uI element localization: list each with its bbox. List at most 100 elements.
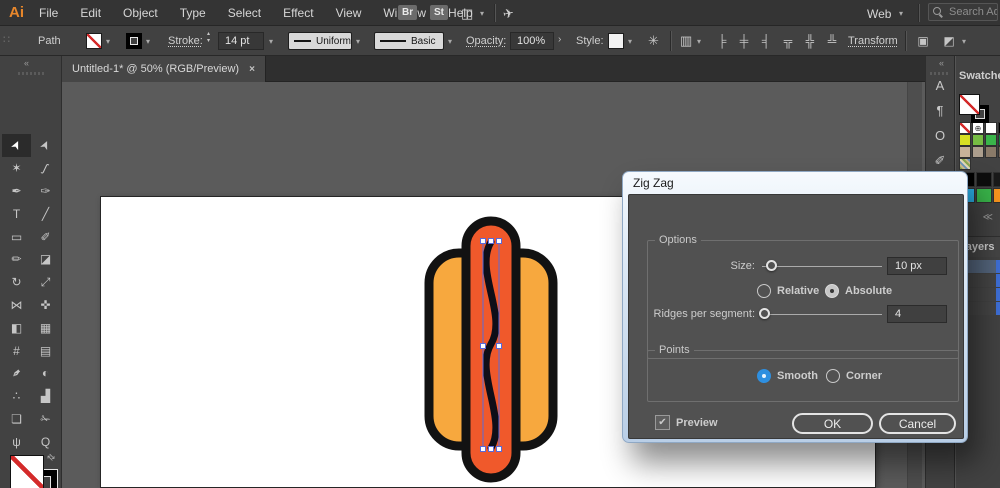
menu-item[interactable]: Effect bbox=[272, 0, 324, 26]
rectangle-tool[interactable]: ▭ bbox=[2, 225, 31, 248]
eyedropper-tool[interactable]: ✒ bbox=[2, 362, 31, 385]
panel-fill-proxy[interactable] bbox=[959, 94, 980, 115]
stepper-up-icon[interactable]: ▴ bbox=[207, 31, 210, 37]
stroke-weight-field[interactable]: 14 pt bbox=[218, 32, 264, 50]
cancel-button[interactable]: Cancel bbox=[879, 413, 956, 434]
swatch-light-green[interactable] bbox=[972, 134, 984, 146]
arrange-documents-chevron-icon[interactable]: ▾ bbox=[480, 9, 484, 18]
menu-item[interactable]: Object bbox=[112, 0, 169, 26]
swatch-taupe[interactable] bbox=[972, 146, 984, 158]
anchor-point[interactable] bbox=[481, 447, 486, 452]
stroke-panel-link[interactable]: Stroke: bbox=[168, 35, 203, 47]
bridge-button[interactable]: Br bbox=[398, 5, 417, 20]
stock-search[interactable] bbox=[928, 3, 998, 21]
rotate-tool[interactable]: ↻ bbox=[2, 271, 31, 294]
workspace-switcher[interactable]: Web bbox=[867, 7, 891, 21]
size-slider-handle[interactable] bbox=[766, 260, 777, 271]
swatch-registration[interactable]: ⊕ bbox=[972, 122, 984, 134]
fill-proxy-swatch[interactable] bbox=[10, 455, 44, 488]
horizontal-align-center-icon[interactable]: ╪ bbox=[736, 26, 752, 56]
ridges-slider-track[interactable] bbox=[762, 314, 882, 315]
vertical-align-bottom-icon[interactable]: ╩ bbox=[824, 26, 840, 56]
anchor-point[interactable] bbox=[497, 239, 502, 244]
paragraph-panel-icon[interactable]: ¶ bbox=[927, 103, 953, 118]
opentype-panel-icon[interactable]: O bbox=[927, 128, 953, 143]
brush-chevron-icon[interactable]: ▾ bbox=[448, 37, 452, 46]
stepper-down-icon[interactable]: ▾ bbox=[207, 38, 210, 44]
relative-radio[interactable] bbox=[757, 284, 771, 298]
swatch-green[interactable] bbox=[985, 134, 997, 146]
width-profile-chevron-icon[interactable]: ▾ bbox=[356, 37, 360, 46]
style-swatch[interactable] bbox=[608, 33, 624, 49]
swatch-white[interactable] bbox=[985, 122, 997, 134]
swatch-pattern[interactable] bbox=[959, 158, 971, 170]
shape-builder-tool[interactable]: ◧ bbox=[2, 316, 31, 339]
smooth-option[interactable]: Smooth bbox=[757, 369, 818, 383]
stroke-weight-chevron-icon[interactable]: ▾ bbox=[269, 37, 273, 46]
preview-checkbox[interactable]: ✔ bbox=[655, 415, 670, 430]
width-profile-dropdown[interactable]: Uniform bbox=[288, 32, 352, 50]
scale-tool[interactable]: ⤢ bbox=[31, 271, 60, 294]
line-segment-tool[interactable]: ╱ bbox=[31, 202, 60, 225]
document-tab[interactable]: Untitled-1* @ 50% (RGB/Preview) × bbox=[62, 56, 266, 82]
swatch-black-2[interactable] bbox=[976, 172, 992, 187]
gpu-performance-icon[interactable]: ✈ bbox=[501, 5, 515, 23]
type-tool[interactable]: T bbox=[2, 202, 31, 225]
document-setup-icon[interactable]: ▥ bbox=[680, 33, 692, 49]
collapse-dock-icon[interactable]: « bbox=[939, 58, 943, 68]
menu-item[interactable]: View bbox=[325, 0, 373, 26]
width-tool[interactable]: ⋈ bbox=[2, 294, 31, 317]
shape-mode-icon[interactable]: ◩ bbox=[941, 26, 957, 56]
brush-dropdown[interactable]: Basic bbox=[374, 32, 444, 50]
opacity-panel-link[interactable]: Opacity: bbox=[466, 35, 506, 47]
swatch-tan[interactable] bbox=[959, 146, 971, 158]
lasso-tool[interactable]: ʃ bbox=[31, 157, 60, 180]
swatch-none[interactable] bbox=[959, 122, 971, 134]
hand-tool[interactable]: ψ bbox=[2, 430, 31, 453]
drag-handle[interactable] bbox=[18, 72, 44, 75]
anchor-point[interactable] bbox=[489, 239, 494, 244]
stroke-color-swatch[interactable] bbox=[126, 33, 142, 49]
direct-selection-tool[interactable]: ➤ bbox=[31, 134, 60, 157]
perspective-grid-tool[interactable]: ▦ bbox=[31, 316, 60, 339]
swatch-orange[interactable] bbox=[993, 188, 1000, 203]
absolute-radio[interactable] bbox=[825, 284, 839, 298]
vertical-align-top-icon[interactable]: ╦ bbox=[780, 26, 796, 56]
zoom-tool[interactable]: Q bbox=[31, 430, 60, 453]
align-options-icon[interactable]: ▣ bbox=[915, 26, 931, 56]
selection-tool[interactable]: ➤ bbox=[2, 134, 31, 157]
corner-radio[interactable] bbox=[826, 369, 840, 383]
opacity-field[interactable]: 100% bbox=[510, 32, 554, 50]
mesh-tool[interactable]: # bbox=[2, 339, 31, 362]
character-panel-icon[interactable]: A bbox=[927, 78, 953, 93]
close-tab-icon[interactable]: × bbox=[249, 64, 255, 75]
menu-item[interactable]: Type bbox=[169, 0, 217, 26]
menu-item[interactable]: File bbox=[28, 0, 69, 26]
slice-tool[interactable]: ✁ bbox=[31, 408, 60, 431]
workspace-chevron-icon[interactable]: ▾ bbox=[899, 9, 903, 18]
recolor-artwork-icon[interactable]: ✳ bbox=[648, 33, 659, 49]
collapse-panel-icon[interactable]: « bbox=[24, 58, 28, 68]
swatch-yellow-green[interactable] bbox=[959, 134, 971, 146]
search-input[interactable] bbox=[947, 5, 998, 19]
stock-button[interactable]: St bbox=[430, 5, 448, 20]
curvature-tool[interactable]: ✑ bbox=[31, 180, 60, 203]
gradient-tool[interactable]: ▤ bbox=[31, 339, 60, 362]
transform-panel-link[interactable]: Transform bbox=[848, 35, 898, 47]
style-chevron-icon[interactable]: ▾ bbox=[628, 37, 632, 46]
relative-option[interactable]: Relative bbox=[757, 284, 819, 298]
graph-tool[interactable]: ▟ bbox=[31, 385, 60, 408]
anchor-point[interactable] bbox=[489, 447, 494, 452]
opacity-expand-icon[interactable]: › bbox=[558, 34, 561, 45]
anchor-point[interactable] bbox=[481, 239, 486, 244]
fill-chevron-icon[interactable]: ▾ bbox=[106, 37, 110, 46]
swatch-bright-green[interactable] bbox=[976, 188, 992, 203]
menu-item[interactable]: Edit bbox=[69, 0, 112, 26]
puppet-warp-tool[interactable]: ✜ bbox=[31, 294, 60, 317]
document-setup-chevron-icon[interactable]: ▾ bbox=[697, 37, 701, 46]
magic-wand-tool[interactable]: ✶ bbox=[2, 157, 31, 180]
arrange-documents-icon[interactable]: ◫ bbox=[461, 6, 473, 22]
smooth-radio[interactable] bbox=[757, 369, 771, 383]
drag-handle[interactable]: ∷ bbox=[3, 33, 10, 46]
size-value-field[interactable]: 10 px bbox=[887, 257, 947, 275]
